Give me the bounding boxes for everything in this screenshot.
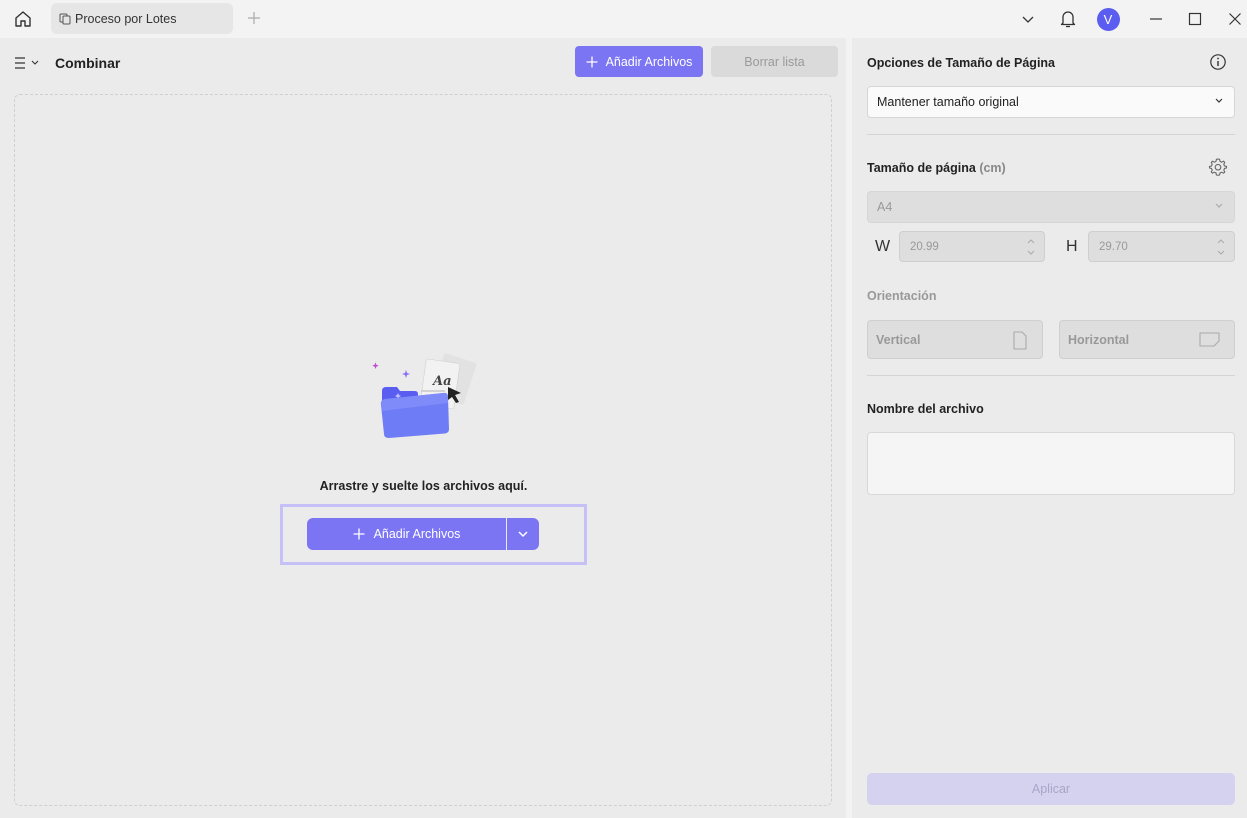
plus-icon xyxy=(248,12,260,24)
orientation-vertical-label: Vertical xyxy=(876,332,921,347)
close-button[interactable] xyxy=(1222,6,1247,32)
portrait-page-icon xyxy=(1012,331,1028,350)
width-value: 20.99 xyxy=(910,240,939,253)
new-tab-button[interactable] xyxy=(244,8,264,28)
chevron-down-icon xyxy=(1214,202,1224,210)
plus-icon xyxy=(353,528,365,540)
height-label: H xyxy=(1066,238,1078,255)
maximize-button[interactable] xyxy=(1182,6,1208,32)
minimize-icon xyxy=(1150,18,1162,20)
home-icon xyxy=(15,11,31,27)
drop-hint: Arrastre y suelte los archivos aquí. xyxy=(319,479,528,493)
file-list-panel: Combinar Añadir Archivos Borrar lista Aa… xyxy=(0,38,846,818)
avatar: V xyxy=(1096,7,1120,31)
chevron-down-icon xyxy=(518,531,528,538)
page-size-mode-value: Mantener tamaño original xyxy=(877,95,1019,109)
close-icon xyxy=(1229,13,1241,25)
add-files-main-button[interactable]: Añadir Archivos xyxy=(307,518,506,550)
add-files-label: Añadir Archivos xyxy=(605,54,693,69)
chevron-down-icon xyxy=(1214,97,1224,105)
landscape-page-icon xyxy=(1199,331,1220,347)
page-size-label: Tamaño de página xyxy=(867,161,976,175)
bell-icon xyxy=(1060,11,1076,28)
home-button[interactable] xyxy=(10,6,36,32)
minimize-button[interactable] xyxy=(1143,6,1169,32)
tabs-dropdown-button[interactable] xyxy=(1015,6,1041,32)
hamburger-menu-icon xyxy=(15,57,39,69)
tab-batch-process[interactable]: Proceso por Lotes xyxy=(51,3,233,34)
folder-documents-illustration: Aa xyxy=(372,353,477,438)
page-title: Combinar xyxy=(55,55,121,71)
add-files-main-label: Añadir Archivos xyxy=(373,527,461,541)
title-bar: Proceso por Lotes V xyxy=(0,0,1247,38)
gear-icon[interactable] xyxy=(1208,157,1228,177)
height-stepper[interactable]: 29.70 xyxy=(1088,231,1235,262)
add-files-options-button[interactable] xyxy=(507,518,539,550)
width-label: W xyxy=(875,238,891,255)
width-stepper[interactable]: 20.99 xyxy=(899,231,1045,262)
apply-label: Aplicar xyxy=(1031,782,1071,796)
tab-label: Proceso por Lotes xyxy=(75,11,177,26)
page-size-mode-select[interactable]: Mantener tamaño original xyxy=(867,86,1235,118)
paper-size-select[interactable]: A4 xyxy=(867,191,1235,223)
paper-size-value: A4 xyxy=(877,200,893,214)
stepper-arrows-icon[interactable] xyxy=(1217,238,1225,256)
stepper-arrows-icon[interactable] xyxy=(1027,238,1035,256)
pages-icon xyxy=(59,13,71,25)
add-files-button[interactable]: Añadir Archivos xyxy=(575,46,703,77)
height-value: 29.70 xyxy=(1099,240,1128,253)
divider xyxy=(867,134,1235,135)
clear-list-label: Borrar lista xyxy=(744,54,805,69)
maximize-icon xyxy=(1188,12,1202,26)
divider xyxy=(867,375,1235,376)
clear-list-button[interactable]: Borrar lista xyxy=(711,46,838,77)
orientation-vertical-button[interactable]: Vertical xyxy=(867,320,1043,359)
options-panel: Opciones de Tamaño de Página Mantener ta… xyxy=(852,38,1247,818)
page-size-heading: Tamaño de página (cm) xyxy=(867,161,1006,175)
orientation-horizontal-button[interactable]: Horizontal xyxy=(1059,320,1235,359)
filename-input[interactable] xyxy=(867,432,1235,495)
menu-button[interactable] xyxy=(14,54,42,72)
filename-heading: Nombre del archivo xyxy=(867,402,984,416)
orientation-horizontal-label: Horizontal xyxy=(1068,332,1130,347)
apply-button[interactable]: Aplicar xyxy=(867,773,1235,805)
info-icon[interactable] xyxy=(1209,53,1227,71)
page-size-options-heading: Opciones de Tamaño de Página xyxy=(867,56,1056,70)
orientation-heading: Orientación xyxy=(867,289,937,303)
plus-icon xyxy=(586,56,598,68)
notifications-button[interactable] xyxy=(1055,6,1081,32)
svg-text:Aa: Aa xyxy=(431,374,452,389)
page-size-unit: (cm) xyxy=(979,161,1006,175)
chevron-down-icon xyxy=(1022,16,1034,23)
account-button[interactable]: V xyxy=(1095,6,1121,32)
